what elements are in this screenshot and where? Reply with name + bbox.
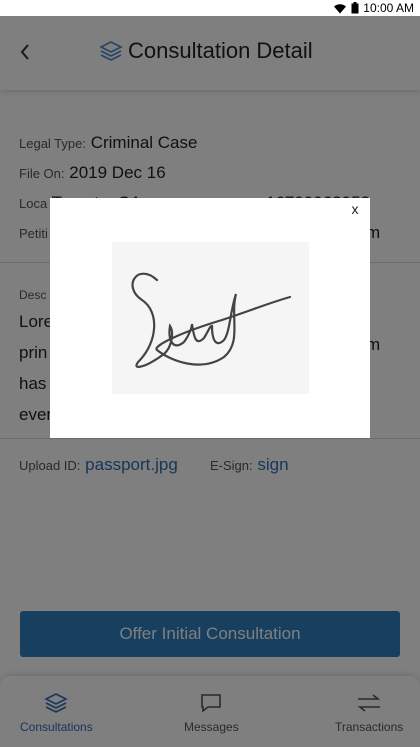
signature-image — [112, 242, 309, 394]
status-time: 10:00 AM — [363, 1, 414, 15]
wifi-icon — [333, 3, 347, 14]
close-button[interactable]: x — [347, 201, 363, 217]
signature-modal: x — [50, 198, 370, 438]
status-bar: 10:00 AM — [0, 0, 420, 16]
battery-icon — [351, 2, 359, 14]
